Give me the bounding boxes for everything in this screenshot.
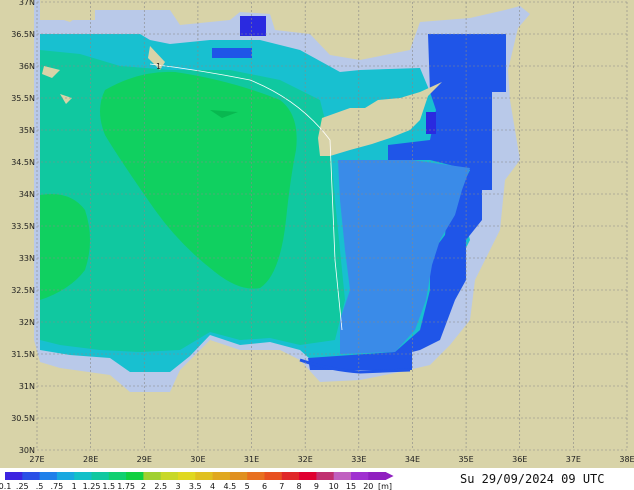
legend-label: 1.75 [117,482,135,490]
legend-label: 2.5 [154,482,167,490]
map-panel: 1 37N 36.5N 36N 35.5N 35N 34.5N 34N 33.5N 33N 32.… [0,0,634,468]
legend-label: .5 [36,482,44,490]
legend-swatch [108,472,127,480]
lon-label: 31E [244,455,259,464]
legend-label: 10 [329,482,339,490]
legend-swatch [351,472,369,480]
legend-label: 3.5 [189,482,202,490]
legend-label: 4.5 [224,482,237,490]
legend-label: 6 [262,482,267,490]
lat-label: 34.5N [11,158,35,167]
legend-label: 3 [175,482,180,490]
sea-patch-navy-east [426,112,436,134]
legend-swatch [143,472,162,480]
legend-label: 9 [314,482,319,490]
lat-label: 34N [19,190,35,199]
lon-label: 30E [190,455,205,464]
legend-swatch [333,472,352,480]
lon-label: 33E [351,455,366,464]
lat-label: 31.5N [11,350,35,359]
legend-swatch [160,472,179,480]
legend-unit: [m] [378,482,392,490]
legend-label: 2 [141,482,146,490]
legend-label: .25 [16,482,29,490]
lat-label: 30N [19,446,35,455]
legend-swatch [126,472,144,480]
legend-swatch [299,472,317,480]
legend-swatch [316,472,335,480]
legend-label: 5 [245,482,250,490]
lon-label: 38E [619,455,634,464]
lat-label: 37N [19,0,35,7]
legend-label: 8 [297,482,302,490]
legend-swatch [91,472,110,480]
legend-swatch [22,472,41,480]
legend-swatch [74,472,92,480]
lat-label: 35.5N [11,94,35,103]
legend-swatch [178,472,196,480]
legend-label: 7 [279,482,284,490]
legend-swatch [229,472,248,480]
date-label: Su 29/09/2024 09 UTC [460,472,605,486]
lon-label: 37E [566,455,581,464]
legend-colorbar [5,472,394,480]
lat-label: 33N [19,254,35,263]
lat-label: 33.5N [11,222,35,231]
lon-label: 34E [405,455,420,464]
lat-label: 32N [19,318,35,327]
lon-label: 29E [137,455,152,464]
legend-label: .75 [51,482,64,490]
legend-label: 0.1 [0,482,11,490]
sea-patch-blue-north [212,48,252,58]
legend-label: 1.25 [83,482,101,490]
legend-panel: 0.1 .25 .5 .75 1 1.25 1.5 1.75 2 2.5 3 3.5 4 4.5 5 6 7 8 9… [0,472,605,490]
lat-label: 31N [19,382,35,391]
legend-arrow-tip [385,472,394,480]
lon-label: 35E [458,455,473,464]
wave-height-map: 1 37N 36.5N 36N 35.5N 35N 34.5N 34N 33.5N 33N 32.… [0,0,634,468]
lat-label: 35N [19,126,35,135]
legend-swatch [368,472,387,480]
legend-swatch [281,472,300,480]
legend-label: 4 [210,482,215,490]
lon-label: 28E [83,455,98,464]
legend-label: 20 [363,482,373,490]
legend-labels: 0.1 .25 .5 .75 1 1.25 1.5 1.75 2 2.5 3 3.5 4 4.5 5 6 7 8 9… [0,482,373,490]
lat-label: 36.5N [11,30,35,39]
legend-swatch [212,472,231,480]
lat-label: 36N [19,62,35,71]
legend-swatch [247,472,265,480]
legend-swatch [39,472,58,480]
sea-patch-navy-north [240,16,266,36]
legend-swatch [195,472,214,480]
legend-label: 15 [346,482,356,490]
lat-label: 32.5N [11,286,35,295]
lon-label: 36E [512,455,527,464]
lon-label: 32E [298,455,313,464]
lon-label: 27E [29,455,44,464]
legend-label: 1.5 [102,482,115,490]
contour-label: 1 [156,62,161,71]
lat-label: 30.5N [11,414,35,423]
legend-label: 1 [72,482,77,490]
legend-swatch [264,472,283,480]
legend-swatch [5,472,23,480]
legend-swatch [56,472,75,480]
